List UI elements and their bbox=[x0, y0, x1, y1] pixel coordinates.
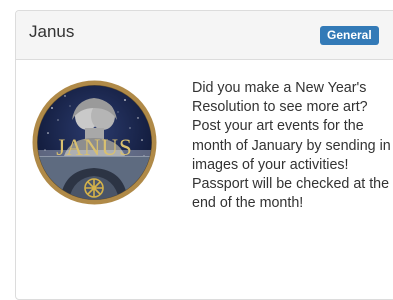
janus-logo-image[interactable]: JANUS bbox=[30, 78, 159, 207]
janus-logo-icon: JANUS bbox=[32, 80, 157, 205]
category-badge: General bbox=[320, 26, 379, 45]
card-header: Janus General bbox=[16, 11, 393, 60]
logo-text: JANUS bbox=[56, 135, 133, 160]
event-description: Did you make a New Year's Resolution to … bbox=[192, 80, 391, 212]
card-title[interactable]: Janus bbox=[29, 22, 74, 42]
event-card: Janus General JANUS Did you make a New Y… bbox=[15, 10, 393, 300]
card-body: JANUS Did you make a New Year's Resoluti… bbox=[16, 60, 393, 300]
